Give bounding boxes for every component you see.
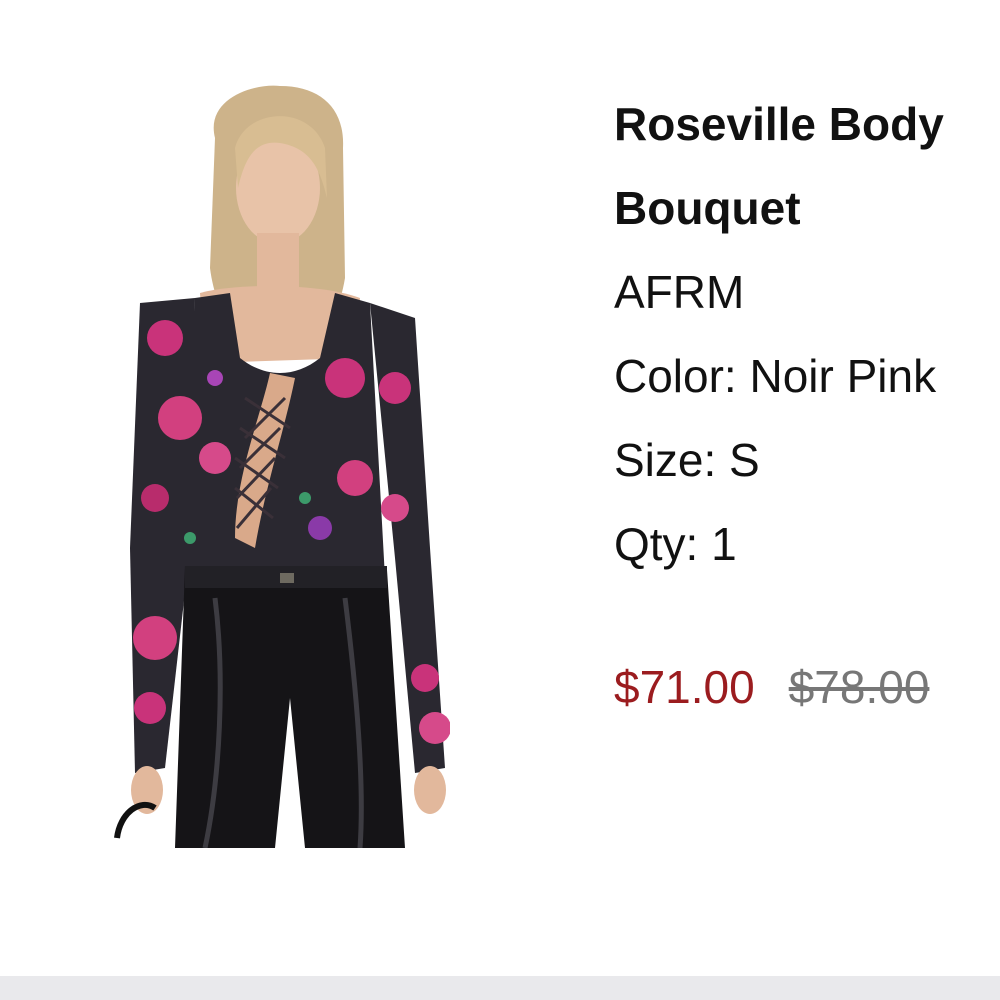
product-title-line-1[interactable]: Roseville Body — [614, 82, 1000, 166]
color-label: Color: Noir Pink — [614, 350, 937, 402]
price-row: $71.00 $78.00 — [614, 652, 1000, 722]
brand-name: AFRM — [614, 266, 745, 318]
product-details: Roseville Body Bouquet AFRM Color: Noir … — [614, 82, 1000, 586]
sale-price: $71.00 — [614, 661, 755, 713]
order-item-card: Roseville Body Bouquet AFRM Color: Noir … — [0, 0, 1000, 1000]
original-price: $78.00 — [788, 661, 930, 713]
size-label: Size: S — [614, 434, 760, 486]
quantity-label: Qty: 1 — [614, 518, 737, 570]
bottom-divider — [0, 976, 1000, 1000]
product-image[interactable] — [95, 78, 450, 848]
product-title-line-2[interactable]: Bouquet — [614, 166, 1000, 250]
